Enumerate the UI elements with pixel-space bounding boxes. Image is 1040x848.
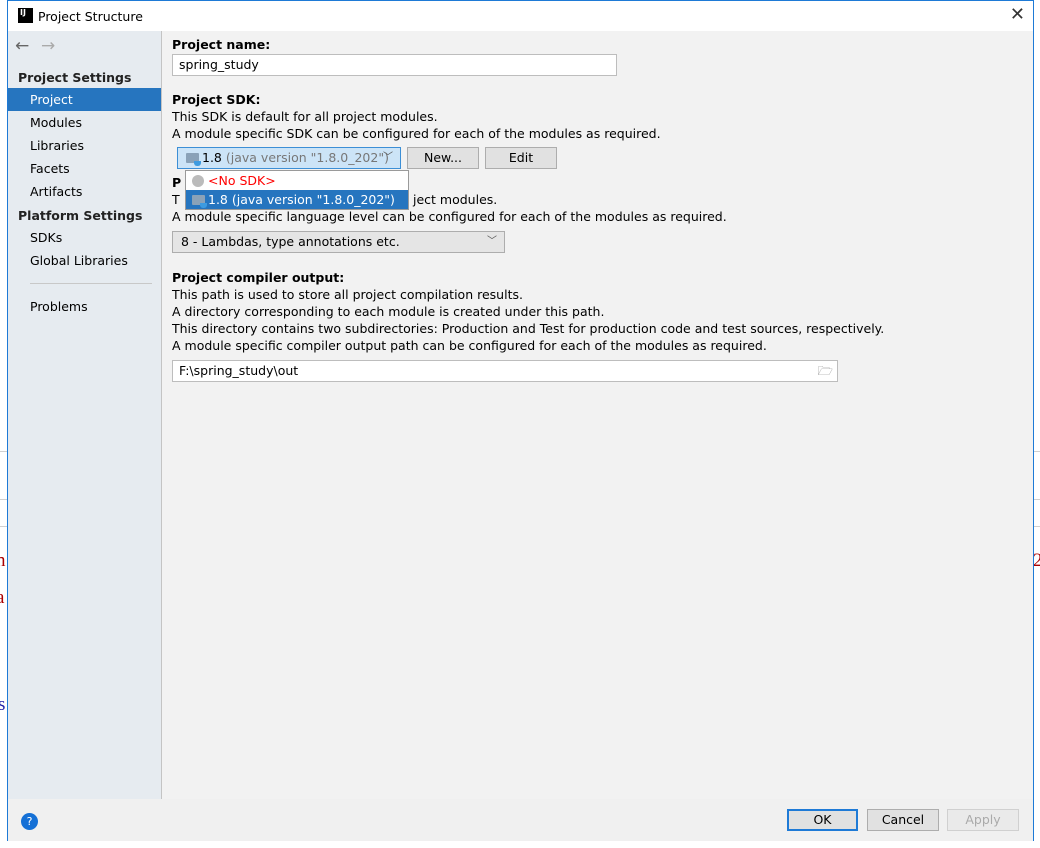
compiler-output-description: This directory contains two subdirectori…: [172, 321, 885, 336]
project-name-label: Project name:: [172, 37, 271, 52]
browse-folder-icon[interactable]: 🗁: [817, 361, 833, 381]
intellij-logo-icon: IJ: [18, 8, 33, 23]
sidebar-item-project[interactable]: Project: [8, 88, 161, 111]
background-text: n: [0, 550, 6, 571]
project-name-input[interactable]: spring_study: [172, 54, 617, 76]
sdk-detail: (java version "1.8.0_202"): [225, 150, 389, 165]
arrow-right-icon[interactable]: →: [41, 36, 55, 56]
globe-error-icon: [192, 175, 204, 187]
dialog-footer: ? OK Cancel Apply: [8, 799, 1033, 841]
ok-button[interactable]: OK: [787, 809, 858, 831]
divider: [30, 283, 152, 284]
dialog-title: Project Structure: [38, 9, 143, 24]
sidebar-item-libraries[interactable]: Libraries: [8, 134, 161, 157]
sidebar-item-facets[interactable]: Facets: [8, 157, 161, 180]
jdk-folder-icon: [192, 195, 207, 208]
compiler-output-description: A directory corresponding to each module…: [172, 304, 605, 319]
sidebar: ← → Project Settings Project Modules Lib…: [8, 31, 162, 799]
jdk-folder-icon: [186, 153, 201, 166]
sdk-option-no-sdk[interactable]: <No SDK>: [186, 171, 408, 190]
arrow-left-icon[interactable]: ←: [15, 36, 29, 56]
sidebar-item-global-libraries[interactable]: Global Libraries: [8, 249, 161, 272]
sidebar-item-modules[interactable]: Modules: [8, 111, 161, 134]
sdk-version: 1.8: [202, 150, 222, 165]
sidebar-item-artifacts[interactable]: Artifacts: [8, 180, 161, 203]
apply-button[interactable]: Apply: [947, 809, 1019, 831]
background-text: s: [0, 694, 6, 715]
sidebar-item-problems[interactable]: Problems: [8, 295, 161, 318]
new-sdk-button[interactable]: New...: [407, 147, 479, 169]
sdk-option-1-8[interactable]: 1.8 (java version "1.8.0_202"): [186, 190, 408, 209]
language-level-combobox[interactable]: 8 - Lambdas, type annotations etc. ﹀: [172, 231, 505, 253]
project-settings-header: Project Settings: [18, 70, 132, 85]
compiler-output-input[interactable]: F:\spring_study\out 🗁: [172, 360, 838, 382]
title-bar: IJ Project Structure ✕: [8, 1, 1033, 31]
compiler-output-path: F:\spring_study\out: [179, 363, 299, 378]
compiler-output-label: Project compiler output:: [172, 270, 345, 285]
language-level-value: 8 - Lambdas, type annotations etc.: [181, 234, 400, 249]
sdk-description: This SDK is default for all project modu…: [172, 109, 438, 124]
platform-settings-header: Platform Settings: [18, 208, 143, 223]
sidebar-item-sdks[interactable]: SDKs: [8, 226, 161, 249]
help-icon[interactable]: ?: [21, 813, 38, 830]
compiler-output-description: A module specific compiler output path c…: [172, 338, 767, 353]
project-sdk-label: Project SDK:: [172, 92, 261, 107]
sdk-description: A module specific SDK can be configured …: [172, 126, 661, 141]
language-level-description: T: [172, 192, 180, 207]
project-structure-dialog: IJ Project Structure ✕ ← → Project Setti…: [7, 0, 1034, 841]
chevron-down-icon: ﹀: [487, 236, 497, 247]
edit-sdk-button[interactable]: Edit: [485, 147, 557, 169]
chevron-down-icon: ﹀: [383, 152, 393, 163]
sdk-combobox[interactable]: 1.8 (java version "1.8.0_202") ﹀: [177, 147, 401, 169]
language-level-label: P: [172, 175, 182, 190]
language-level-description: A module specific language level can be …: [172, 209, 727, 224]
close-icon[interactable]: ✕: [1010, 4, 1025, 25]
cancel-button[interactable]: Cancel: [867, 809, 939, 831]
compiler-output-description: This path is used to store all project c…: [172, 287, 523, 302]
sdk-dropdown-list: <No SDK> 1.8 (java version "1.8.0_202"): [185, 170, 409, 210]
language-level-description: ject modules.: [413, 192, 498, 207]
background-text: a: [0, 587, 5, 608]
background-text: 2: [1033, 550, 1040, 571]
